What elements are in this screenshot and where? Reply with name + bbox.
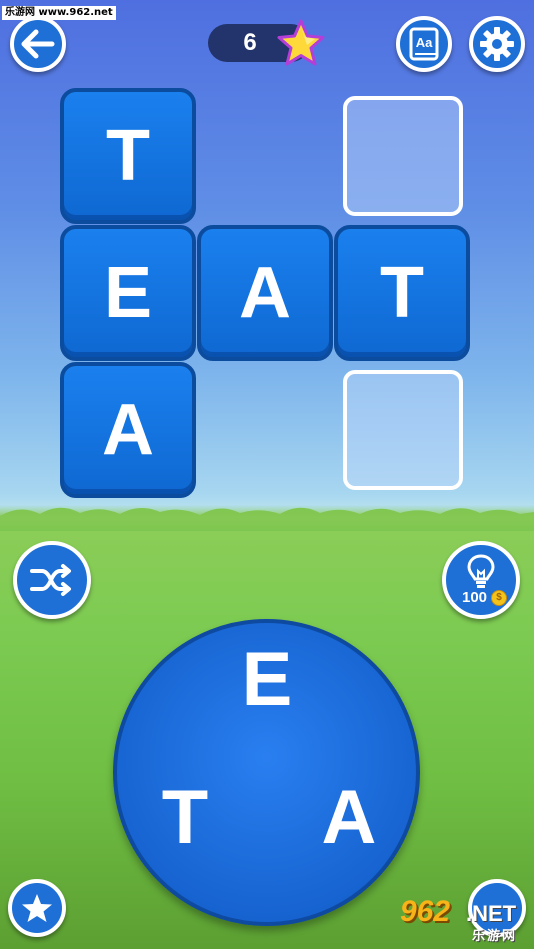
lightbulb-icon: [467, 554, 495, 588]
wheel-letter[interactable]: A: [304, 778, 394, 858]
logo-net: .NET: [466, 901, 517, 926]
shuffle-button[interactable]: [13, 541, 91, 619]
dictionary-icon: Aa: [409, 27, 439, 61]
wheel-letter[interactable]: E: [222, 640, 312, 720]
watermark: 乐游网 www.962.net: [2, 6, 116, 20]
empty-board-slot: [343, 370, 463, 490]
shuffle-icon: [30, 564, 71, 596]
score-value: 6: [243, 29, 257, 56]
logo-number: 962: [400, 895, 451, 928]
settings-button[interactable]: [469, 16, 525, 72]
site-logo: 962 .NET 乐游网: [396, 891, 526, 945]
gear-icon: [480, 27, 514, 61]
coin-icon: $: [491, 590, 507, 606]
dictionary-label: Aa: [416, 35, 433, 50]
star-icon: [22, 894, 52, 922]
back-button[interactable]: [10, 16, 66, 72]
arrow-left-icon: [21, 29, 55, 59]
star-button[interactable]: [8, 879, 66, 937]
board-tile: T: [60, 88, 196, 224]
wheel-letter[interactable]: T: [140, 778, 230, 858]
board-tile: E: [60, 225, 196, 361]
board-tile: T: [334, 225, 470, 361]
logo-subtitle: 乐游网: [472, 928, 518, 943]
empty-board-slot: [343, 96, 463, 216]
board-tile: A: [60, 362, 196, 498]
dictionary-button[interactable]: Aa: [396, 16, 452, 72]
grass-edge: [0, 505, 534, 531]
star-icon: [277, 19, 325, 66]
hint-cost: 100: [462, 589, 488, 606]
hint-button[interactable]: [442, 541, 520, 619]
board-tile: A: [197, 225, 333, 361]
